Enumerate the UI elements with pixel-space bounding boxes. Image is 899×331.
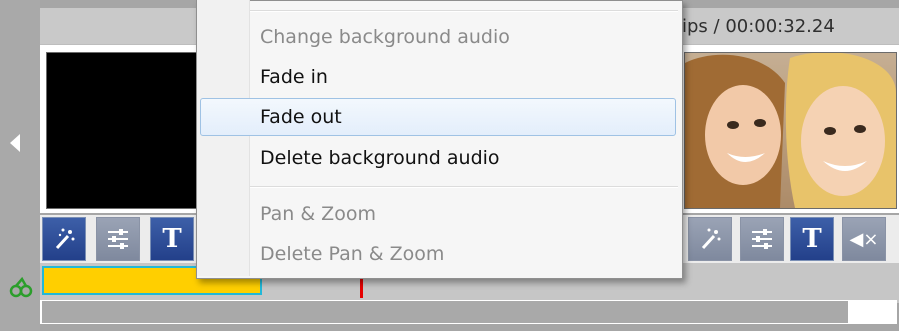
adjust-settings-button[interactable] [96,217,140,261]
scroll-left-arrow-icon[interactable] [10,134,20,152]
adjust-settings-button-2[interactable] [740,217,784,261]
magic-wand-icon [55,228,75,250]
text-title-button[interactable]: T [150,217,194,261]
clip-thumbnail-black[interactable] [46,52,208,209]
scrollbar-thumb[interactable] [42,301,848,323]
text-title-button-2[interactable]: T [790,217,834,261]
clip-thumbnail-photo[interactable] [684,52,897,209]
menu-item-fade-in[interactable]: Fade in [200,58,676,96]
menu-item-fade-out[interactable]: Fade out [200,98,676,136]
menu-item-pan-and-zoom[interactable]: Pan & Zoom [200,195,676,233]
menu-item-delete-background-audio[interactable]: Delete background audio [200,139,676,177]
sliders-icon [752,229,772,249]
menu-item-delete-pan-and-zoom[interactable]: Delete Pan & Zoom [200,235,676,273]
menu-separator [250,186,678,188]
photo-two-women-image [685,53,896,208]
playhead-marker[interactable] [360,277,363,298]
audio-track-icon [8,276,34,298]
magic-wand-button-2[interactable] [688,217,732,261]
magic-wand-button[interactable] [42,217,86,261]
magic-wand-icon [701,228,721,250]
clip2-toolbar: T ◀× [676,215,899,263]
mute-icon: ◀× [849,228,879,250]
clip1-toolbar: T [40,215,210,263]
sliders-icon [108,229,128,249]
total-duration-label: ips / 00:00:32.24 [682,16,835,37]
mute-button[interactable]: ◀× [842,217,886,261]
menu-separator [250,10,678,12]
menu-item-change-background-audio[interactable]: Change background audio [200,18,676,56]
